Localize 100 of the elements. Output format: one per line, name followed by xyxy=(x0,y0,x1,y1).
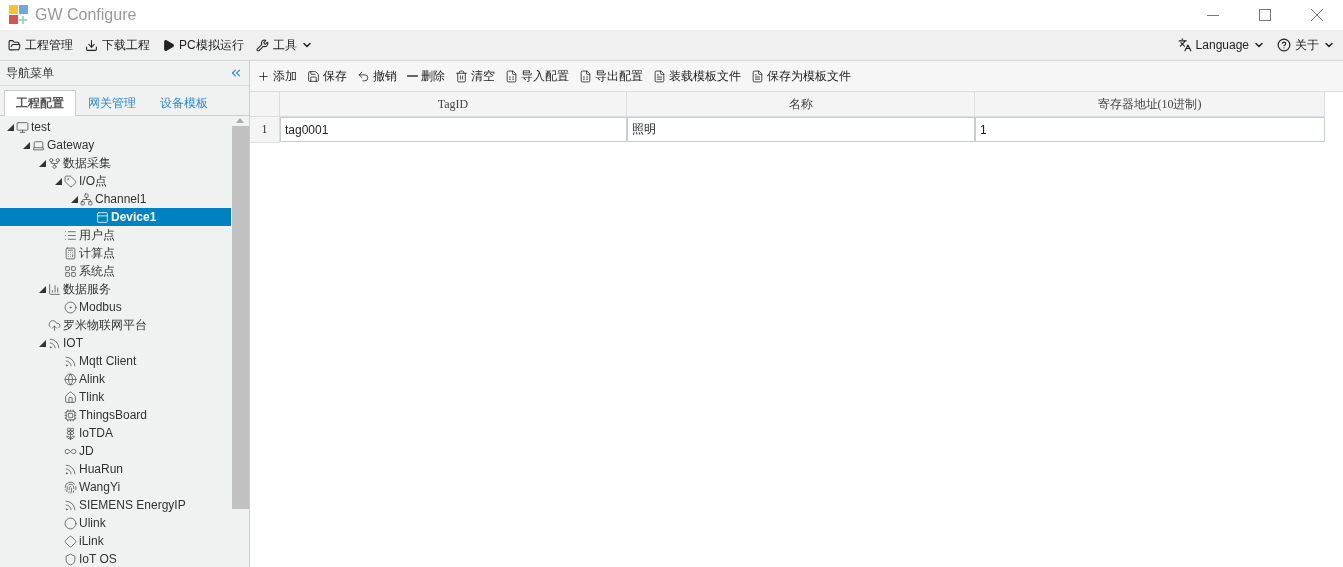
row-number: 1 xyxy=(250,117,280,143)
menu-item[interactable]: PC模拟运行 xyxy=(160,34,246,56)
panel-title: 导航菜单 xyxy=(6,64,54,82)
tree-item[interactable]: I/O点 xyxy=(0,172,231,190)
tree-item[interactable]: IoTDA xyxy=(0,424,231,442)
expand-arrow-icon[interactable] xyxy=(70,195,78,203)
globe-icon xyxy=(64,372,77,386)
menu-item[interactable]: 工具 xyxy=(253,34,315,56)
expand-arrow-icon[interactable] xyxy=(54,177,62,185)
chip-icon xyxy=(64,408,77,422)
toolbar-button[interactable]: 添加 xyxy=(256,65,298,87)
expand-arrow-icon[interactable] xyxy=(6,123,14,131)
tree-item[interactable]: ThingsBoard xyxy=(0,406,231,424)
toolbar-button[interactable]: 装载模板文件 xyxy=(652,65,742,87)
toolbar-button[interactable]: 导入配置 xyxy=(504,65,570,87)
tree-item[interactable]: Tlink xyxy=(0,388,231,406)
tree-item[interactable]: 数据采集 xyxy=(0,154,231,172)
tree-item[interactable]: Alink xyxy=(0,370,231,388)
expand-arrow-icon[interactable] xyxy=(38,339,46,347)
list-icon xyxy=(64,228,77,242)
toolbar-button[interactable]: 清空 xyxy=(454,65,496,87)
signal-icon xyxy=(64,498,77,512)
plus-icon xyxy=(257,69,270,83)
tree-item[interactable]: Mqtt Client xyxy=(0,352,231,370)
fingerprint-icon xyxy=(64,480,77,494)
menu-item[interactable]: 下载工程 xyxy=(83,34,152,56)
column-header: 名称 xyxy=(627,92,975,117)
flower-icon xyxy=(64,426,77,440)
wrench-icon xyxy=(255,38,269,52)
menu-item[interactable]: 关于 xyxy=(1275,34,1337,56)
tab[interactable]: 工程配置 xyxy=(4,90,76,116)
undo-icon xyxy=(357,69,370,83)
tree-item[interactable]: IoT OS xyxy=(0,550,231,567)
tree-item[interactable]: Device1 xyxy=(0,208,231,226)
menu-item[interactable]: 工程管理 xyxy=(6,34,75,56)
tree-item[interactable]: Channel1 xyxy=(0,190,231,208)
app-logo-icon xyxy=(9,5,29,25)
shield-icon xyxy=(64,552,77,566)
minus-icon xyxy=(407,75,418,77)
tree-item[interactable]: HuaRun xyxy=(0,460,231,478)
folder-icon xyxy=(8,38,21,52)
language-icon xyxy=(1177,38,1192,52)
toolbar-button[interactable]: 撤销 xyxy=(356,65,398,87)
tree-item[interactable]: 系统点 xyxy=(0,262,231,280)
monitor-icon xyxy=(16,120,29,134)
circle-icon xyxy=(64,300,77,314)
network-icon xyxy=(80,192,93,206)
tree-item[interactable]: JD xyxy=(0,442,231,460)
column-header: 寄存器地址(10进制) xyxy=(975,92,1325,117)
input-field[interactable]: 照明 xyxy=(627,117,975,142)
menu-item[interactable]: Language xyxy=(1175,36,1267,54)
tree-item[interactable]: 数据服务 xyxy=(0,280,231,298)
tag-icon xyxy=(64,174,77,188)
expand-arrow-icon[interactable] xyxy=(22,141,30,149)
house-icon xyxy=(64,390,77,404)
tree-item[interactable]: Gateway xyxy=(0,136,231,154)
tree-item[interactable]: SIEMENS EnergyIP xyxy=(0,496,231,514)
maximize-icon xyxy=(1259,9,1271,21)
tree-item[interactable]: IOT xyxy=(0,334,231,352)
signal-icon xyxy=(64,354,77,368)
tree-item[interactable]: 罗米物联网平台 xyxy=(0,316,231,334)
tree-item[interactable]: test xyxy=(0,118,231,136)
circle-icon xyxy=(64,516,77,530)
document-icon xyxy=(751,69,764,83)
help-icon xyxy=(1277,38,1291,52)
scrollbar-thumb[interactable] xyxy=(231,126,249,509)
input-field[interactable]: 1 xyxy=(975,117,1325,142)
toolbar-button[interactable]: 保存 xyxy=(306,65,348,87)
window-icon xyxy=(96,210,109,224)
minimize-icon xyxy=(1207,14,1219,16)
play-icon xyxy=(162,38,175,52)
grid-icon xyxy=(64,264,77,278)
close-icon xyxy=(1311,9,1323,21)
diamond-icon xyxy=(64,534,77,548)
download-icon xyxy=(85,38,98,52)
signal-icon xyxy=(64,462,77,476)
toolbar-button[interactable]: 删除 xyxy=(406,65,446,87)
input-field[interactable]: tag0001 xyxy=(280,117,627,142)
tree-item[interactable]: 计算点 xyxy=(0,244,231,262)
signal-icon xyxy=(48,336,61,350)
calculator-icon xyxy=(64,246,77,260)
toolbar-button[interactable]: 导出配置 xyxy=(578,65,644,87)
tree-item[interactable]: WangYi xyxy=(0,478,231,496)
tree-item[interactable]: 用户点 xyxy=(0,226,231,244)
laptop-icon xyxy=(32,138,45,152)
bar-chart-icon xyxy=(48,282,61,296)
expand-arrow-icon[interactable] xyxy=(38,159,46,167)
fork-icon xyxy=(48,156,61,170)
collapse-icon[interactable] xyxy=(229,66,243,80)
tree-item[interactable]: Ulink xyxy=(0,514,231,532)
spreadsheet-icon xyxy=(505,69,518,83)
trash-icon xyxy=(455,69,468,83)
save-icon xyxy=(307,69,320,83)
spreadsheet-icon xyxy=(579,69,592,83)
expand-arrow-icon[interactable] xyxy=(38,285,46,293)
tree-item[interactable]: iLink xyxy=(0,532,231,550)
column-header: TagID xyxy=(280,92,627,117)
toolbar-button[interactable]: 保存为模板文件 xyxy=(750,65,852,87)
cloud-upload-icon xyxy=(48,318,61,332)
tree-item[interactable]: Modbus xyxy=(0,298,231,316)
